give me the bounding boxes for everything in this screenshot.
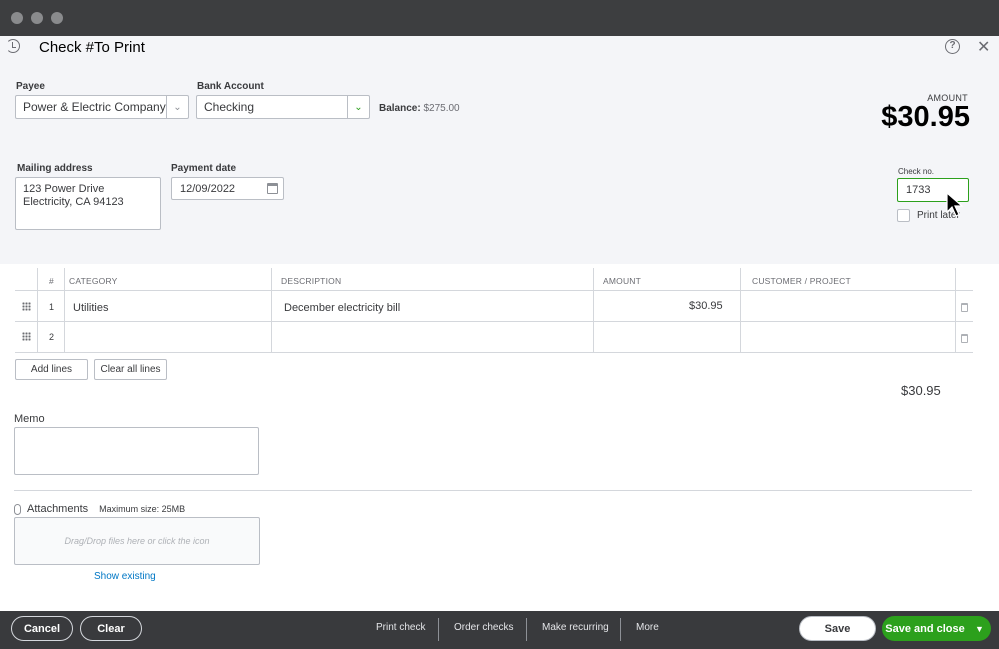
save-and-close-button[interactable]: Save and close [882, 616, 968, 641]
attachments-dropzone[interactable]: Drag/Drop files here or click the icon [14, 517, 260, 565]
payee-label: Payee [16, 81, 45, 92]
column-header-customer-project[interactable]: CUSTOMER / PROJECT [752, 276, 851, 286]
table-col-divider [740, 268, 741, 352]
mailing-address-field[interactable]: 123 Power Drive Electricity, CA 94123 [15, 177, 161, 230]
mailing-address-label: Mailing address [17, 163, 93, 174]
mailing-address-line2: Electricity, CA 94123 [23, 196, 124, 208]
footer-separator [620, 618, 621, 641]
page-title: Check #To Print [39, 39, 145, 56]
paperclip-icon [14, 503, 21, 515]
row-description[interactable]: December electricity bill [284, 302, 400, 314]
close-icon[interactable]: ✕ [977, 37, 990, 57]
order-checks-link[interactable]: Order checks [454, 622, 513, 633]
memo-label: Memo [14, 413, 45, 425]
table-col-divider [64, 268, 65, 352]
drag-handle-icon[interactable] [22, 302, 31, 311]
table-col-divider [271, 268, 272, 352]
attachments-max-size: Maximum size: 25MB [99, 504, 186, 514]
payee-dropdown[interactable]: Power & Electric Company ⌄ [15, 95, 189, 119]
save-button[interactable]: Save [799, 616, 876, 641]
chevron-down-icon[interactable]: ⌄ [347, 96, 369, 118]
payee-value: Power & Electric Company [23, 100, 166, 114]
mailing-address-line1: 123 Power Drive [23, 183, 105, 195]
table-total: $30.95 [901, 383, 941, 398]
clear-all-lines-button[interactable]: Clear all lines [94, 359, 167, 380]
amount-total: $30.95 [881, 101, 970, 133]
table-header-divider [15, 290, 973, 291]
show-existing-link[interactable]: Show existing [94, 571, 156, 582]
footer-separator [438, 618, 439, 641]
make-recurring-link[interactable]: Make recurring [542, 622, 609, 633]
row-number: 2 [49, 332, 55, 342]
window-zoom-dot[interactable] [51, 12, 63, 24]
column-header-number: # [49, 276, 54, 286]
check-no-value: 1733 [906, 184, 931, 196]
column-header-description[interactable]: DESCRIPTION [281, 276, 341, 286]
clear-button[interactable]: Clear [80, 616, 142, 641]
checkbox-icon[interactable] [897, 209, 910, 222]
bank-account-dropdown[interactable]: Checking ⌄ [196, 95, 370, 119]
bank-balance: Balance: $275.00 [379, 103, 460, 114]
attachments-label: Attachments [27, 503, 89, 515]
balance-label: Balance: [379, 103, 421, 114]
table-bottom-divider [15, 352, 973, 353]
chevron-down-icon[interactable]: ▼ [968, 616, 991, 641]
bank-account-value: Checking [204, 100, 255, 114]
row-amount[interactable]: $30.95 [689, 300, 723, 312]
table-row-divider [15, 321, 973, 322]
payment-date-value: 12/09/2022 [180, 182, 236, 195]
section-divider [14, 490, 972, 491]
recent-history-icon[interactable] [6, 39, 20, 53]
trash-icon[interactable] [961, 334, 968, 343]
footer-separator [526, 618, 527, 641]
payment-date-label: Payment date [171, 163, 237, 174]
window-minimize-dot[interactable] [31, 12, 43, 24]
bank-account-label: Bank Account [197, 81, 264, 92]
table-col-divider [955, 268, 956, 352]
check-no-label: Check no. [898, 167, 935, 176]
balance-value: $275.00 [423, 103, 460, 114]
row-category[interactable]: Utilities [73, 302, 108, 314]
print-check-link[interactable]: Print check [376, 622, 425, 633]
trash-icon[interactable] [961, 303, 968, 312]
footer-toolbar: Cancel Clear Print check Order checks Ma… [0, 611, 999, 649]
check-form-window: Check #To Print ? ✕ Payee Power & Electr… [0, 36, 999, 611]
window-close-dot[interactable] [11, 12, 23, 24]
mouse-pointer-icon [946, 192, 964, 217]
memo-field[interactable] [14, 427, 259, 475]
table-col-divider [593, 268, 594, 352]
more-link[interactable]: More [636, 622, 659, 633]
cancel-button[interactable]: Cancel [11, 616, 73, 641]
window-titlebar [0, 0, 999, 36]
attachments-header: Attachments Maximum size: 25MB [14, 503, 185, 515]
table-col-divider [37, 268, 38, 352]
column-header-category[interactable]: CATEGORY [69, 276, 118, 286]
row-number: 1 [49, 302, 55, 312]
payment-date-field[interactable]: 12/09/2022 [171, 177, 284, 200]
column-header-amount[interactable]: AMOUNT [603, 276, 641, 286]
drag-handle-icon[interactable] [22, 332, 31, 341]
help-icon[interactable]: ? [945, 39, 960, 54]
form-header: Check #To Print ? ✕ [0, 36, 999, 62]
add-lines-button[interactable]: Add lines [15, 359, 88, 380]
calendar-icon[interactable] [267, 183, 278, 194]
chevron-down-icon[interactable]: ⌄ [166, 96, 188, 118]
